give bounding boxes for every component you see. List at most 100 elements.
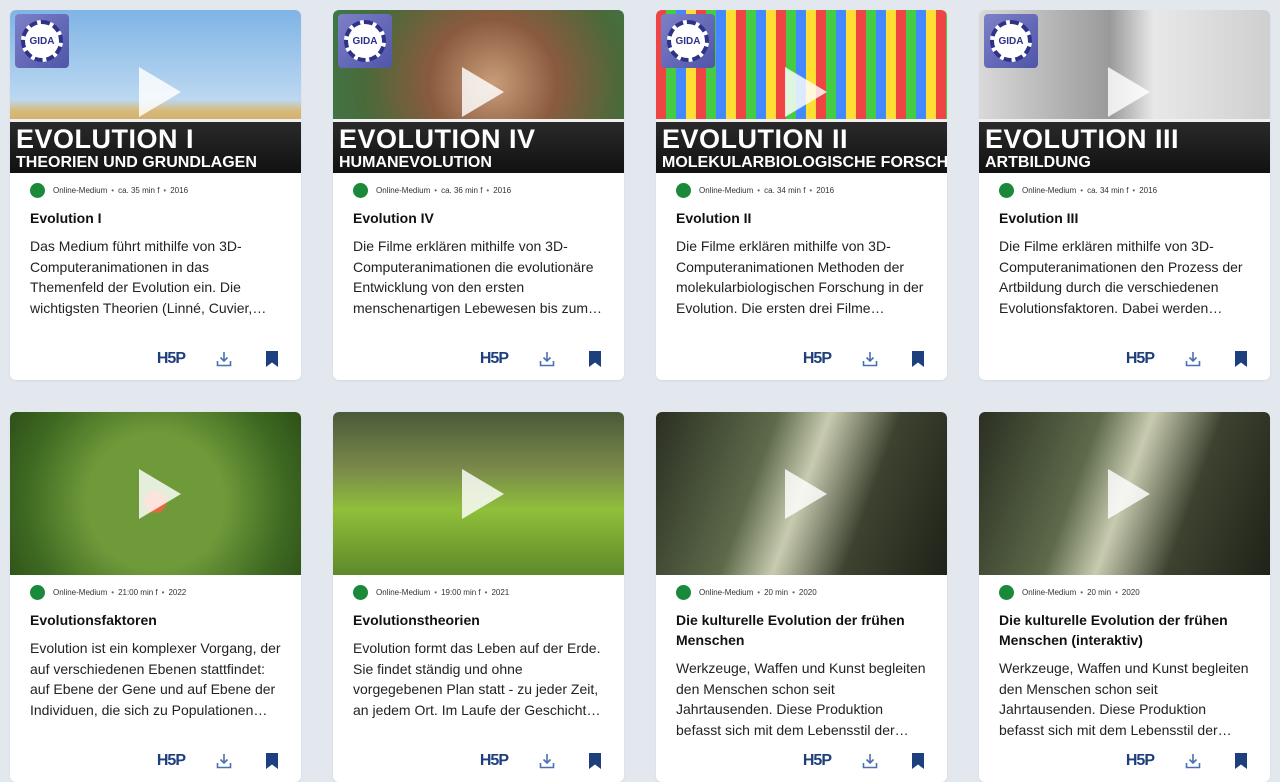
meta-separator: •	[484, 587, 488, 597]
duration: ca. 34 min f	[1087, 185, 1129, 195]
duration: 20 min	[764, 587, 789, 597]
bookmark-icon[interactable]	[909, 752, 927, 770]
banner-title: EVOLUTION I	[16, 124, 195, 154]
card-title[interactable]: Evolution I	[30, 208, 281, 228]
thumbnail[interactable]	[10, 412, 301, 575]
download-icon[interactable]	[861, 350, 879, 368]
card-actions: H5P	[1126, 752, 1250, 770]
media-meta: Online-Medium • 20 min • 2020	[999, 584, 1270, 600]
card-title[interactable]: Evolution III	[999, 208, 1250, 228]
card-description: Die Filme erklären mithilfe von 3D-Compu…	[676, 238, 924, 316]
download-icon[interactable]	[215, 350, 233, 368]
banner-title: EVOLUTION III	[985, 124, 1180, 154]
card-title[interactable]: Evolutionsfaktoren	[30, 610, 281, 630]
meta-separator: •	[809, 185, 813, 195]
card-description: Das Medium führt mithilfe von 3D-Compute…	[30, 238, 253, 316]
gida-logo-text: GIDA	[675, 35, 701, 47]
play-icon[interactable]	[461, 469, 504, 519]
media-card[interactable]: Online-Medium • 20 min • 2020 Die kultur…	[979, 412, 1270, 782]
h5p-button[interactable]: H5P	[1126, 350, 1155, 368]
play-icon[interactable]	[1107, 67, 1150, 117]
status-dot-icon	[676, 182, 691, 198]
h5p-button[interactable]: H5P	[803, 752, 832, 770]
card-title[interactable]: Die kulturelle Evolution der frühen Mens…	[676, 610, 927, 650]
meta-separator: •	[486, 185, 490, 195]
media-card[interactable]: GIDA EVOLUTION III ARTBILDUNG Online-Med…	[979, 10, 1270, 380]
meta-separator: •	[1132, 185, 1136, 195]
card-title[interactable]: Evolution IV	[353, 208, 604, 228]
card-title[interactable]: Evolutionstheorien	[353, 610, 604, 630]
thumbnail[interactable]	[979, 412, 1270, 575]
h5p-button[interactable]: H5P	[157, 752, 186, 770]
gida-logo-text: GIDA	[352, 35, 378, 47]
card-description: Die Filme erklären mithilfe von 3D-Compu…	[353, 238, 594, 316]
thumbnail[interactable]	[333, 412, 624, 575]
download-icon[interactable]	[538, 752, 556, 770]
media-card[interactable]: Online-Medium • 19:00 min f • 2021 Evolu…	[333, 412, 624, 782]
h5p-button[interactable]: H5P	[1126, 752, 1155, 770]
media-card[interactable]: GIDA EVOLUTION IV HUMANEVOLUTION Online-…	[333, 10, 624, 380]
title-banner: EVOLUTION III ARTBILDUNG	[979, 119, 1270, 173]
bookmark-icon[interactable]	[263, 350, 281, 368]
media-meta: Online-Medium • ca. 36 min f • 2016	[353, 182, 624, 198]
thumbnail[interactable]	[656, 412, 947, 575]
medium-type: Online-Medium	[699, 587, 754, 597]
card-actions: H5P	[803, 752, 927, 770]
play-icon[interactable]	[784, 469, 827, 519]
h5p-button[interactable]: H5P	[480, 752, 509, 770]
download-icon[interactable]	[215, 752, 233, 770]
download-icon[interactable]	[861, 752, 879, 770]
media-card[interactable]: Online-Medium • 21:00 min f • 2022 Evolu…	[10, 412, 301, 782]
card-title[interactable]: Evolution II	[676, 208, 927, 228]
thumbnail[interactable]: GIDA EVOLUTION IV HUMANEVOLUTION	[333, 10, 624, 173]
status-dot-icon	[999, 182, 1014, 198]
year: 2021	[491, 587, 510, 597]
meta-separator: •	[434, 587, 438, 597]
download-icon[interactable]	[538, 350, 556, 368]
media-meta: Online-Medium • ca. 35 min f • 2016	[30, 182, 301, 198]
banner-subtitle: THEORIEN UND GRUNDLAGEN	[16, 154, 257, 171]
duration: ca. 36 min f	[441, 185, 483, 195]
h5p-button[interactable]: H5P	[157, 350, 186, 368]
h5p-button[interactable]: H5P	[803, 350, 832, 368]
status-dot-icon	[999, 584, 1014, 600]
thumbnail[interactable]: GIDA EVOLUTION I THEORIEN UND GRUNDLAGEN	[10, 10, 301, 173]
gida-logo: GIDA	[984, 14, 1038, 68]
year: 2016	[1139, 185, 1158, 195]
play-icon[interactable]	[784, 67, 827, 117]
status-dot-icon	[676, 584, 691, 600]
media-card[interactable]: GIDA EVOLUTION II MOLEKULARBIOLOGISCHE F…	[656, 10, 947, 380]
play-icon[interactable]	[461, 67, 504, 117]
meta-separator: •	[111, 185, 115, 195]
gida-logo: GIDA	[338, 14, 392, 68]
play-icon[interactable]	[138, 469, 181, 519]
thumbnail[interactable]: GIDA EVOLUTION III ARTBILDUNG	[979, 10, 1270, 173]
download-icon[interactable]	[1184, 752, 1202, 770]
media-card[interactable]: Online-Medium • 20 min • 2020 Die kultur…	[656, 412, 947, 782]
media-meta: Online-Medium • 21:00 min f • 2022	[30, 584, 301, 600]
bookmark-icon[interactable]	[586, 752, 604, 770]
card-title[interactable]: Die kulturelle Evolution der frühen Mens…	[999, 610, 1250, 650]
medium-type: Online-Medium	[376, 185, 431, 195]
bookmark-icon[interactable]	[1232, 350, 1250, 368]
thumbnail[interactable]: GIDA EVOLUTION II MOLEKULARBIOLOGISCHE F…	[656, 10, 947, 173]
bookmark-icon[interactable]	[909, 350, 927, 368]
status-dot-icon	[30, 584, 45, 600]
play-icon[interactable]	[138, 67, 181, 117]
download-icon[interactable]	[1184, 350, 1202, 368]
bookmark-icon[interactable]	[263, 752, 281, 770]
card-description: Die Filme erklären mithilfe von 3D-Compu…	[999, 238, 1243, 316]
medium-type: Online-Medium	[1022, 185, 1077, 195]
status-dot-icon	[353, 182, 368, 198]
media-card[interactable]: GIDA EVOLUTION I THEORIEN UND GRUNDLAGEN…	[10, 10, 301, 380]
medium-type: Online-Medium	[1022, 587, 1077, 597]
meta-separator: •	[434, 185, 438, 195]
bookmark-icon[interactable]	[1232, 752, 1250, 770]
gida-logo-text: GIDA	[998, 35, 1024, 47]
meta-separator: •	[163, 185, 167, 195]
play-icon[interactable]	[1107, 469, 1150, 519]
year: 2016	[170, 185, 189, 195]
h5p-button[interactable]: H5P	[480, 350, 509, 368]
duration: 21:00 min f	[118, 587, 158, 597]
bookmark-icon[interactable]	[586, 350, 604, 368]
